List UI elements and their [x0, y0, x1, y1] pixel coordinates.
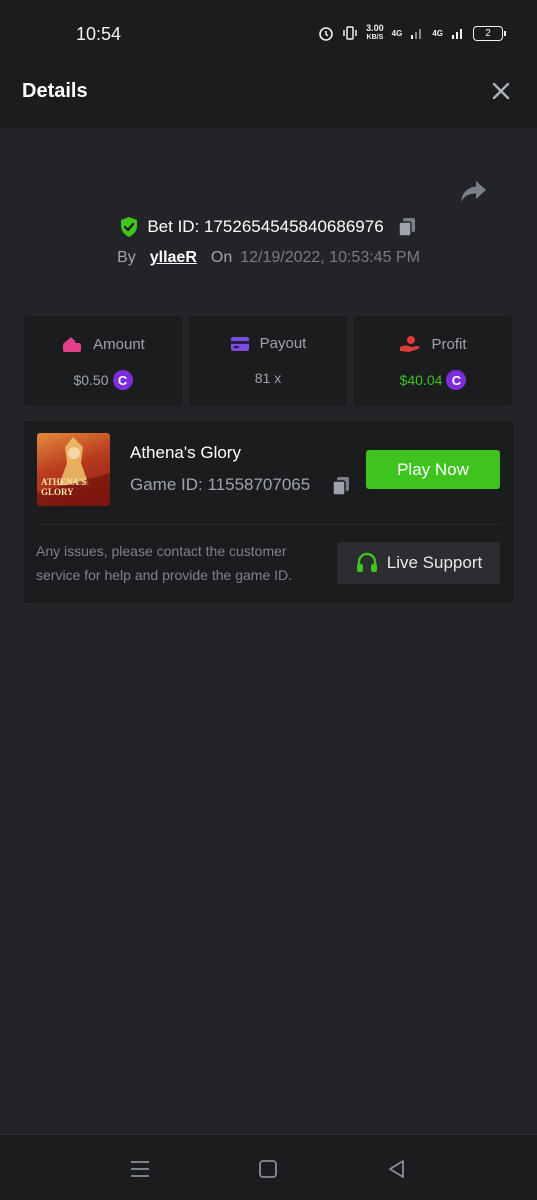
bet-id: Bet ID: 1752654545840686976 — [147, 217, 384, 236]
profit-value-row: $40.04 C — [354, 370, 512, 390]
signal-icon — [411, 29, 422, 39]
status-time: 10:54 — [76, 24, 122, 44]
amount-value-row: $0.50 C — [24, 370, 182, 390]
logo-line-1: ATHENA'S — [41, 477, 87, 487]
page-title: Details — [22, 80, 88, 102]
payout-card: Payout 81 x — [189, 316, 347, 406]
game-thumbnail[interactable]: ATHENA'S GLORY — [37, 433, 110, 506]
vibrate-icon — [343, 26, 357, 40]
play-now-button[interactable]: Play Now — [366, 450, 500, 489]
amount-value: $0.50 — [73, 372, 109, 388]
bet-id-line: Bet ID: 1752654545840686976 — [0, 216, 537, 238]
headset-icon — [356, 552, 377, 572]
status-bar: 10:54 3.00 KB/S 4G 4G 2 — [0, 0, 537, 54]
share-icon[interactable] — [458, 178, 488, 204]
game-logo-text: ATHENA'S GLORY — [41, 477, 86, 497]
payout-value: 81 x — [254, 370, 282, 386]
network-type-1: 4G — [391, 28, 403, 38]
menu-icon[interactable] — [128, 1157, 152, 1181]
shield-check-icon — [121, 217, 138, 237]
divider — [36, 524, 502, 525]
bet-date: 12/19/2022, 10:53:45 PM — [240, 249, 420, 266]
logo-line-2: GLORY — [41, 487, 74, 497]
on-label: On — [210, 249, 233, 266]
amount-card: Amount $0.50 C — [24, 316, 182, 406]
profit-label: Profit — [431, 335, 467, 353]
profit-card: Profit $40.04 C — [354, 316, 512, 406]
game-id: Game ID: 11558707065 — [130, 475, 311, 494]
profit-header: Profit — [354, 335, 512, 353]
coin-icon: C — [446, 370, 467, 390]
live-support-button[interactable]: Live Support — [337, 542, 500, 584]
close-icon[interactable] — [488, 78, 514, 104]
copy-icon[interactable] — [330, 475, 352, 497]
hand-coin-icon — [400, 336, 420, 352]
status-icons: 3.00 KB/S 4G 4G 2 — [318, 24, 506, 42]
payout-label: Payout — [259, 335, 307, 352]
back-icon[interactable] — [385, 1157, 409, 1181]
coin-icon: C — [112, 370, 133, 390]
amount-label: Amount — [93, 335, 145, 353]
signal-icon-2 — [452, 29, 462, 39]
speed-unit: KB/S — [366, 34, 384, 41]
username-link[interactable]: yllaeR — [150, 249, 197, 267]
by-label: By — [117, 249, 136, 266]
profit-value: $40.04 — [399, 372, 443, 388]
bet-meta: By yllaeR On 12/19/2022, 10:53:45 PM — [0, 249, 537, 267]
copy-icon[interactable] — [396, 216, 418, 238]
alarm-icon — [319, 27, 333, 41]
wallet-icon — [63, 337, 82, 352]
card-icon — [230, 336, 249, 351]
game-name: Athena's Glory — [130, 443, 241, 462]
speed-value: 3.00 — [366, 23, 384, 33]
live-support-label: Live Support — [386, 553, 483, 572]
network-speed: 3.00 KB/S — [366, 24, 384, 42]
navigation-bar — [0, 1134, 537, 1200]
support-info-text: Any issues, please contact the customer … — [36, 543, 293, 583]
amount-header: Amount — [24, 335, 182, 353]
network-type-2: 4G — [432, 28, 443, 38]
payout-header: Payout — [189, 335, 347, 352]
battery-icon: 2 — [473, 25, 506, 41]
payout-value-row: 81 x — [189, 370, 347, 386]
home-icon[interactable] — [256, 1157, 280, 1181]
header: Details — [0, 54, 537, 128]
game-card: ATHENA'S GLORY Athena's Glory Game ID: 1… — [24, 421, 514, 603]
